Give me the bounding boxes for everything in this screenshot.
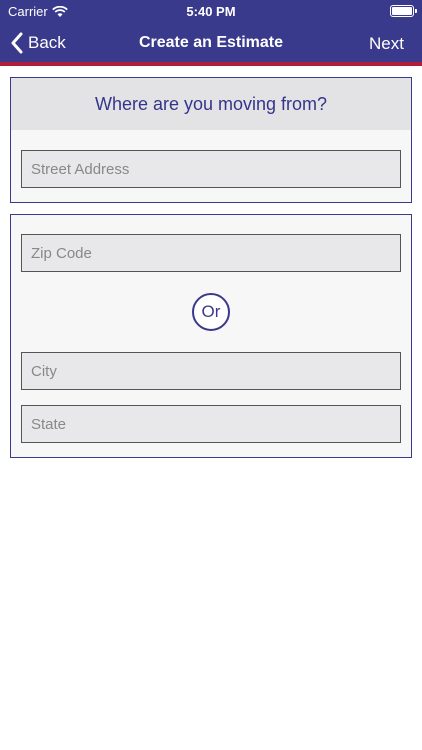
navigation-bar: Back Create an Estimate Next [0, 28, 422, 60]
state-field[interactable]: State [21, 405, 401, 443]
next-button[interactable]: Next [369, 34, 404, 54]
accent-divider [0, 62, 422, 66]
or-divider-badge: Or [192, 293, 230, 331]
street-address-field[interactable]: Street Address [21, 150, 401, 188]
status-bar: Carrier 5:40 PM [0, 0, 422, 22]
top-bar: Carrier 5:40 PM Back Create an Estimate … [0, 0, 422, 62]
battery-icon [390, 5, 417, 17]
page-title: Create an Estimate [138, 34, 284, 51]
status-time: 5:40 PM [186, 4, 236, 19]
moving-from-card: Where are you moving from? Street Addres… [10, 77, 412, 203]
city-field[interactable]: City [21, 352, 401, 390]
location-card: Zip Code Or City State [10, 214, 412, 458]
moving-from-heading: Where are you moving from? [11, 78, 411, 130]
zip-code-field[interactable]: Zip Code [21, 234, 401, 272]
